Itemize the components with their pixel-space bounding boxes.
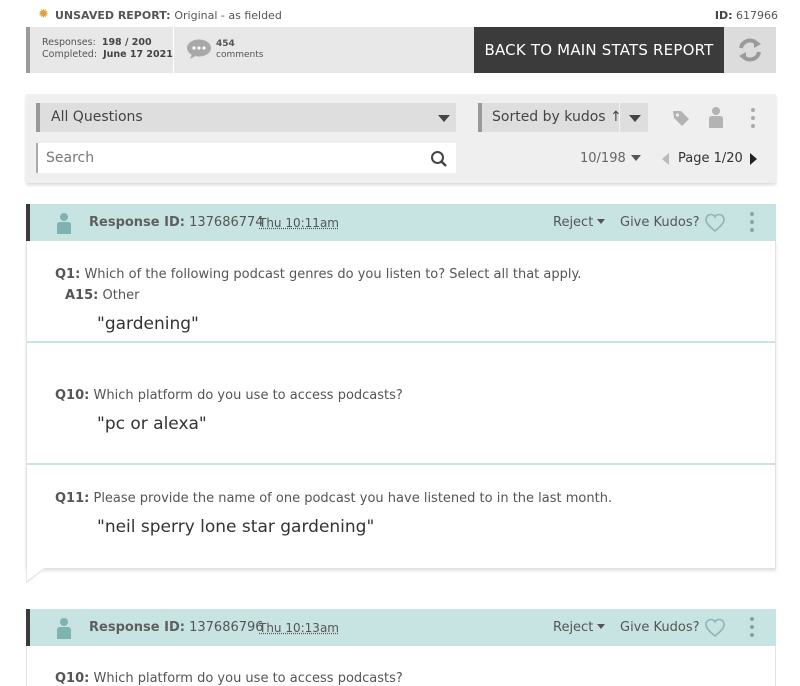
response-id-value: 137686796 (189, 620, 263, 635)
search-icon[interactable] (430, 150, 448, 168)
response-id-label: Response ID: (89, 215, 185, 230)
report-id-label: ID: (715, 9, 733, 22)
report-id-value: 617966 (736, 9, 778, 22)
response-id: Response ID: 137686774 (89, 215, 264, 230)
question-text: Please provide the name of one podcast y… (93, 491, 612, 506)
pagination: Page 1/20 (662, 150, 762, 168)
answer-option-line: A15: Other (65, 288, 139, 303)
back-to-main-stats-button[interactable]: BACK TO MAIN STATS REPORT (474, 27, 724, 73)
stats-divider (173, 27, 174, 73)
person-icon[interactable] (707, 106, 725, 128)
question-line: Q1: Which of the following podcast genre… (55, 267, 581, 282)
report-status: UNSAVED REPORT: Original - as fielded (55, 9, 282, 22)
refresh-button[interactable] (724, 27, 776, 73)
chevron-down-icon (597, 624, 605, 629)
response-id-label: Response ID: (89, 620, 185, 635)
sort-divider (619, 103, 620, 132)
question-line: Q11: Please provide the name of one podc… (55, 491, 612, 506)
more-options-icon[interactable] (748, 616, 756, 638)
heart-icon[interactable] (704, 213, 726, 233)
tag-icon[interactable] (671, 108, 691, 128)
question-number: Q10: (55, 671, 89, 686)
sort-dropdown[interactable]: Sorted by kudos ↑ (478, 103, 648, 132)
comments-label: comments (216, 50, 263, 61)
responses-label: Responses: (42, 37, 96, 48)
search-input[interactable] (46, 143, 416, 173)
reject-label: Reject (553, 620, 593, 635)
filter-panel: All Questions Sorted by kudos ↑ 10/198 P… (26, 94, 776, 183)
question-answer-block: Q11: Please provide the name of one podc… (27, 465, 775, 567)
comments-icon[interactable] (186, 39, 212, 59)
respondent-icon (56, 617, 72, 639)
refresh-icon (724, 27, 776, 73)
response-id-value: 137686774 (189, 215, 263, 230)
give-kudos-button[interactable]: Give Kudos? (620, 215, 700, 230)
chevron-down-icon (438, 115, 450, 122)
chevron-down-icon (597, 219, 605, 224)
question-line: Q10: Which platform do you use to access… (55, 388, 403, 403)
card-tail-inner (27, 568, 44, 581)
question-filter-value: All Questions (51, 109, 143, 125)
question-answer-block: Q10: Which platform do you use to access… (27, 363, 775, 465)
question-number: Q10: (55, 388, 89, 403)
completed-label: Completed: (42, 49, 97, 60)
question-number: Q1: (55, 267, 80, 282)
question-line: Q10: Which platform do you use to access… (55, 671, 403, 686)
comments-count[interactable]: 454 comments (216, 39, 263, 61)
search-box[interactable] (36, 143, 456, 173)
question-text: Which of the following podcast genres do… (84, 267, 581, 282)
page-indicator: Page 1/20 (678, 151, 743, 166)
reject-dropdown[interactable]: Reject (553, 620, 605, 635)
answer-text: "pc or alexa" (97, 414, 207, 434)
response-header: Response ID: 137686774 Thu 10:11am Rejec… (26, 204, 776, 241)
response-card: Q10: Which platform do you use to access… (26, 646, 776, 686)
comments-count-value: 454 (216, 39, 235, 49)
question-number: Q11: (55, 491, 89, 506)
sort-value: Sorted by kudos ↑ (492, 109, 622, 125)
stats-bar: Responses: 198 / 200 Completed: June 17 … (26, 27, 776, 73)
responses-value: 198 / 200 (102, 37, 152, 48)
report-id: ID: 617966 (715, 9, 778, 22)
response-time[interactable]: Thu 10:13am (259, 621, 339, 635)
prev-page-icon[interactable] (662, 153, 670, 165)
response-card: Q1: Which of the following podcast genre… (26, 241, 776, 569)
answer-text: "neil sperry lone star gardening" (97, 517, 374, 537)
per-page-value: 10/198 (580, 151, 626, 166)
per-page-dropdown[interactable]: 10/198 (580, 151, 626, 166)
question-text: Which platform do you use to access podc… (93, 671, 402, 686)
reject-dropdown[interactable]: Reject (553, 215, 605, 230)
answer-option-text: Other (103, 288, 140, 303)
question-answer-block: Q1: Which of the following podcast genre… (27, 241, 775, 343)
reject-label: Reject (553, 215, 593, 230)
heart-icon[interactable] (704, 618, 726, 638)
response-header: Response ID: 137686796 Thu 10:13am Rejec… (26, 609, 776, 646)
answer-option-number: A15: (65, 288, 98, 303)
response-stats: Responses: 198 / 200 Completed: June 17 … (42, 37, 173, 61)
answer-text: "gardening" (97, 314, 199, 334)
report-topbar: ✹ UNSAVED REPORT: Original - as fielded … (38, 7, 778, 25)
more-options-icon[interactable] (748, 211, 756, 233)
response-time[interactable]: Thu 10:11am (259, 216, 339, 230)
next-page-icon[interactable] (750, 153, 758, 165)
chevron-down-icon (631, 155, 641, 161)
more-options-icon[interactable] (749, 107, 757, 129)
question-filter-dropdown[interactable]: All Questions (36, 103, 456, 132)
respondent-icon (56, 212, 72, 234)
report-status-label: UNSAVED REPORT: (55, 9, 171, 22)
chevron-down-icon (629, 115, 641, 122)
give-kudos-button[interactable]: Give Kudos? (620, 620, 700, 635)
question-text: Which platform do you use to access podc… (93, 388, 402, 403)
report-status-detail: Original - as fielded (174, 9, 281, 22)
completed-value: June 17 2021 (103, 49, 173, 60)
response-id: Response ID: 137686796 (89, 620, 264, 635)
gear-icon: ✹ (38, 7, 49, 23)
